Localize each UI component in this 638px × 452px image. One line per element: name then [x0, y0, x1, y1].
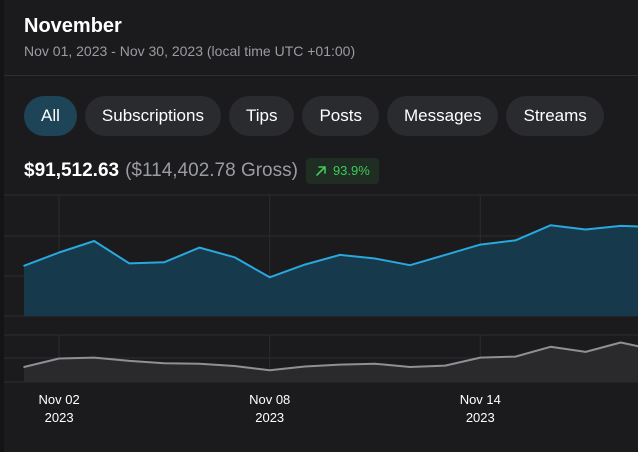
sub-series-point-0 [23, 366, 25, 368]
sub-series-point-11 [409, 366, 411, 368]
main-series-point-6 [233, 256, 236, 259]
main-series-point-11 [409, 264, 411, 266]
sub-series-point-8 [304, 365, 306, 368]
x-tick-year-1: 2023 [255, 410, 284, 425]
x-tick-year-2: 2023 [466, 410, 495, 425]
main-series-point-5 [198, 246, 201, 249]
main-series-point-14 [514, 239, 517, 242]
main-series-point-13 [479, 243, 482, 246]
sub-series-point-9 [339, 363, 341, 366]
main-series-point-17 [619, 225, 622, 227]
main-series-point-8 [304, 263, 306, 266]
earnings-chart: Nov 02 2023 Nov 08 2023 Nov 14 2023 [4, 194, 638, 425]
sub-series-point-6 [233, 365, 236, 367]
main-series-point-7 [268, 276, 271, 279]
main-series-area [24, 225, 638, 316]
main-series-point-2 [93, 240, 95, 242]
sub-series-point-16 [584, 351, 587, 353]
sub-series-point-1 [58, 357, 60, 360]
sub-series-point-12 [444, 364, 447, 367]
x-tick-label-1: Nov 08 [249, 392, 290, 407]
sub-series-point-3 [128, 360, 131, 362]
sub-series-point-14 [514, 355, 517, 358]
sub-series-point-10 [374, 362, 376, 365]
main-series-point-16 [584, 228, 587, 231]
x-tick-year-0: 2023 [45, 410, 74, 425]
x-tick-label-2: Nov 14 [460, 392, 501, 407]
sub-series-point-2 [93, 356, 95, 359]
main-series-point-9 [339, 254, 341, 256]
main-series-point-3 [128, 262, 131, 265]
main-series-point-10 [374, 257, 376, 260]
sub-series-point-4 [163, 362, 166, 365]
sub-series-point-7 [268, 369, 271, 372]
main-series-point-1 [58, 251, 60, 254]
main-series-point-15 [549, 224, 552, 227]
main-series-point-4 [163, 261, 166, 263]
sub-series-point-17 [619, 341, 622, 344]
sub-series-point-15 [549, 345, 552, 348]
x-tick-label-0: Nov 02 [38, 392, 79, 407]
sub-series-point-13 [479, 356, 482, 359]
sub-series-point-5 [198, 362, 201, 365]
main-series-point-0 [23, 264, 25, 267]
main-series-point-12 [444, 254, 447, 256]
